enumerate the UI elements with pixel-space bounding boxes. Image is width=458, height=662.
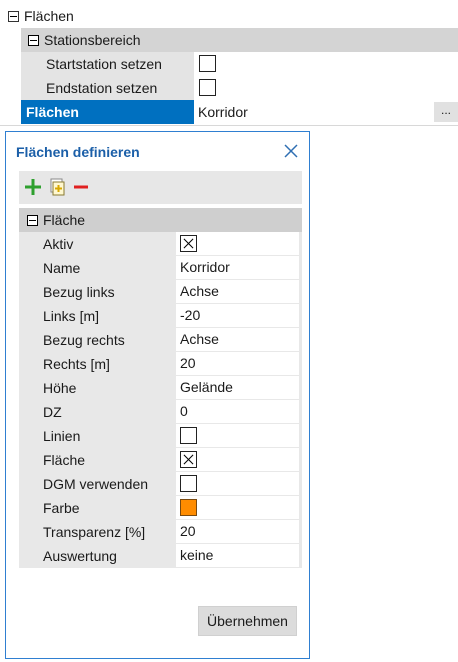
property-label: Name — [43, 260, 81, 276]
close-icon[interactable] — [282, 142, 300, 160]
startstation-checkbox[interactable] — [199, 55, 216, 72]
property-value-text: Gelände — [180, 379, 233, 395]
group-flaeche[interactable]: Fläche — [19, 208, 302, 232]
flaechen-value[interactable]: Korridor — [198, 100, 248, 124]
plus-icon[interactable] — [24, 178, 42, 196]
flaechen-dialog: Flächen definieren Fläche Aktiv Name Korri… — [5, 131, 310, 659]
property-label: Bezug links — [43, 284, 115, 300]
property-value[interactable]: Achse — [176, 280, 299, 303]
property-row: Bezug rechts Achse — [19, 328, 302, 352]
property-checkbox[interactable] — [180, 475, 197, 492]
property-row: Farbe — [19, 496, 302, 520]
toolbar — [19, 171, 302, 204]
property-value[interactable]: keine — [176, 544, 299, 567]
property-row: Transparenz [%] 20 — [19, 520, 302, 544]
grid-row-endstation: Endstation setzen — [21, 76, 458, 100]
flaeche-property-grid: Fläche Aktiv Name Korridor Bezug links Achse… — [19, 208, 302, 568]
property-value-text: -20 — [180, 307, 201, 323]
property-label: Links [m] — [43, 308, 100, 324]
property-label: Rechts [m] — [43, 356, 110, 372]
property-label: DZ — [43, 404, 62, 420]
property-label: Transparenz [%] — [43, 524, 146, 540]
property-row: Fläche — [19, 448, 302, 472]
property-value-checkbox-cell[interactable] — [176, 424, 299, 447]
color-swatch[interactable] — [180, 499, 197, 516]
property-row: Name Korridor — [19, 256, 302, 280]
property-label: Auswertung — [43, 548, 117, 564]
property-value-checkbox-cell[interactable] — [176, 232, 299, 255]
collapse-toggle-icon[interactable] — [27, 214, 38, 226]
property-value-checkbox-cell[interactable] — [176, 448, 299, 471]
more-button-label: ... — [440, 103, 451, 117]
property-label: Fläche — [43, 452, 86, 468]
property-checkbox[interactable] — [180, 235, 197, 252]
property-row: Auswertung keine — [19, 544, 302, 568]
property-label: Farbe — [43, 500, 80, 516]
property-row: Bezug links Achse — [19, 280, 302, 304]
property-value[interactable]: Korridor — [176, 256, 299, 279]
property-value[interactable]: 20 — [176, 520, 299, 543]
divider — [0, 125, 458, 126]
property-label: Höhe — [43, 380, 77, 396]
property-row: Links [m] -20 — [19, 304, 302, 328]
property-row: DGM verwenden — [19, 472, 302, 496]
collapse-toggle-icon[interactable] — [8, 10, 19, 22]
grid-row-startstation: Startstation setzen — [21, 52, 458, 76]
subcategory-stationsbereich[interactable]: Stationsbereich — [21, 28, 458, 52]
property-row: DZ 0 — [19, 400, 302, 424]
subcategory-label: Stationsbereich — [44, 32, 141, 48]
more-button[interactable]: ... — [434, 102, 458, 122]
property-label: Aktiv — [43, 236, 74, 252]
property-value[interactable]: -20 — [176, 304, 299, 327]
property-row: Aktiv — [19, 232, 302, 256]
group-label: Fläche — [43, 212, 86, 228]
property-value-text: keine — [180, 547, 214, 563]
endstation-checkbox[interactable] — [199, 79, 216, 96]
property-value-color-cell[interactable] — [176, 496, 299, 519]
property-value-text: Korridor — [180, 259, 230, 275]
property-label: Linien — [43, 428, 81, 444]
property-label: Bezug rechts — [43, 332, 125, 348]
copy-icon[interactable] — [48, 178, 66, 196]
category-flaechen[interactable]: Flächen — [0, 4, 458, 28]
property-label: DGM verwenden — [43, 476, 149, 492]
property-value-text: 0 — [180, 403, 188, 419]
minus-icon[interactable] — [72, 178, 90, 196]
property-row: Rechts [m] 20 — [19, 352, 302, 376]
property-checkbox[interactable] — [180, 451, 197, 468]
property-value-text: Achse — [180, 331, 219, 347]
flaechen-label: Flächen — [26, 104, 79, 120]
grid-row-flaechen[interactable]: Flächen Korridor ... — [21, 100, 458, 124]
property-checkbox[interactable] — [180, 427, 197, 444]
property-value-text: 20 — [180, 355, 196, 371]
property-value-text: 20 — [180, 523, 196, 539]
property-value-text: Achse — [180, 283, 219, 299]
property-value[interactable]: Achse — [176, 328, 299, 351]
property-row: Höhe Gelände — [19, 376, 302, 400]
property-value[interactable]: 20 — [176, 352, 299, 375]
property-row: Linien — [19, 424, 302, 448]
property-value[interactable]: Gelände — [176, 376, 299, 399]
collapse-toggle-icon[interactable] — [28, 34, 39, 46]
property-value[interactable]: 0 — [176, 400, 299, 423]
endstation-label: Endstation setzen — [46, 80, 158, 96]
apply-button-label: Übernehmen — [207, 613, 288, 629]
apply-button[interactable]: Übernehmen — [198, 606, 297, 636]
startstation-label: Startstation setzen — [46, 56, 162, 72]
category-label: Flächen — [24, 8, 74, 24]
dialog-title: Flächen definieren — [16, 144, 140, 160]
property-value-checkbox-cell[interactable] — [176, 472, 299, 495]
